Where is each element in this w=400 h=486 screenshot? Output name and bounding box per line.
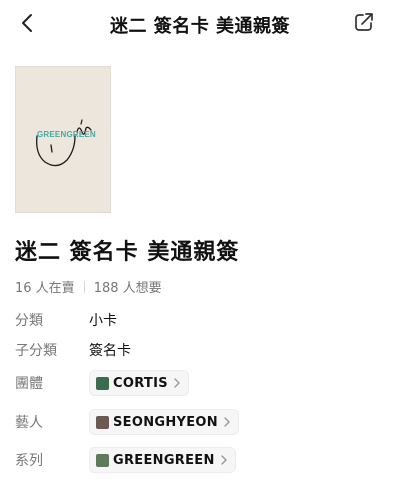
detail-label: 系列 [15, 453, 43, 469]
chevron-right-icon [224, 417, 230, 427]
detail-row-category: 分類 小卡 [15, 307, 117, 333]
detail-row-subcategory: 子分類 簽名卡 [15, 337, 131, 363]
detail-value: 小卡 [89, 313, 117, 329]
share-icon [355, 13, 373, 31]
selling-count[interactable]: 16 人在賣 [15, 277, 75, 296]
wanting-count[interactable]: 188 人想要 [94, 277, 162, 296]
artist-chip-label: SEONGHYEON [113, 414, 218, 430]
signature-drawing [36, 119, 92, 167]
artist-chip[interactable]: SEONGHYEON [89, 409, 239, 435]
page-title: 迷二 簽名卡 美通親簽 [109, 16, 291, 37]
series-avatar [96, 453, 109, 467]
series-chip-label: GREENGREEN [113, 452, 215, 468]
detail-label: 藝人 [15, 415, 43, 431]
detail-row-series: 系列 GREENGREEN [15, 447, 236, 473]
item-stats: 16 人在賣 188 人想要 [15, 277, 162, 296]
stats-divider [83, 280, 85, 293]
artist-avatar [96, 415, 109, 429]
chevron-right-icon [174, 378, 180, 388]
detail-value: 簽名卡 [89, 343, 131, 359]
top-bar: 迷二 簽名卡 美通親簽 [0, 0, 400, 46]
chevron-right-icon [220, 455, 227, 465]
item-title: 迷二 簽名卡 美通親簽 [15, 240, 240, 265]
group-chip[interactable]: CORTIS [89, 370, 189, 396]
group-chip-label: CORTIS [113, 375, 168, 391]
detail-label: 分類 [15, 313, 43, 329]
detail-label: 子分類 [15, 343, 57, 359]
series-chip[interactable]: GREENGREEN [89, 447, 236, 473]
share-button[interactable] [352, 10, 376, 34]
photocard-image[interactable]: GREENGREEN [15, 66, 111, 213]
card-watermark: GREENGREEN [37, 130, 96, 139]
detail-label: 團體 [15, 376, 43, 392]
group-avatar [96, 376, 109, 390]
detail-row-artist: 藝人 SEONGHYEON [15, 409, 239, 435]
detail-row-group: 團體 CORTIS [15, 370, 189, 396]
